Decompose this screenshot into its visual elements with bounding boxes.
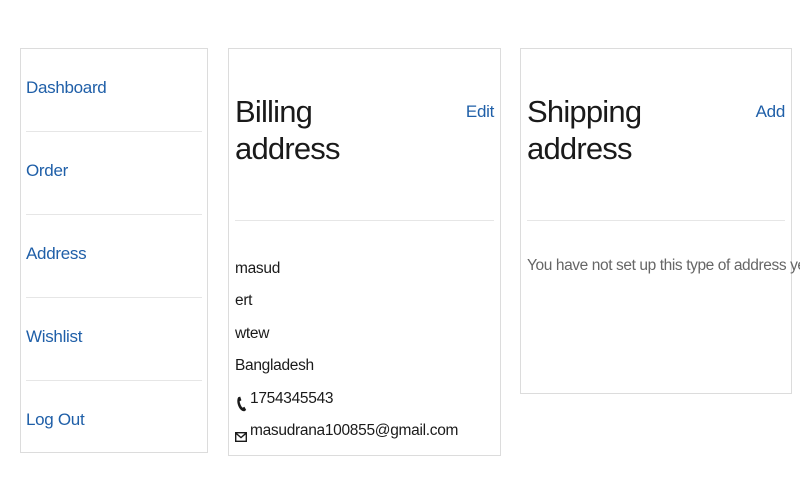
billing-address-title: Billing address <box>235 94 340 166</box>
shipping-empty-message: You have not set up this type of address… <box>527 257 800 274</box>
shipping-address-title: Shipping address <box>527 94 642 166</box>
billing-phone-number: 1754345543 <box>250 389 334 407</box>
billing-card-header: Billing address Edit <box>235 49 494 221</box>
account-sidebar: Dashboard Order Address Wishlist Log Out <box>20 48 208 453</box>
edit-billing-address-link[interactable]: Edit <box>466 102 494 122</box>
sidebar-item-wishlist[interactable]: Wishlist <box>26 298 202 381</box>
add-shipping-address-link[interactable]: Add <box>756 102 786 122</box>
address-line-street: ert <box>235 292 253 310</box>
shipping-address-card: Shipping address Add You have not set up… <box>520 48 800 394</box>
sidebar-item-log-out[interactable]: Log Out <box>26 381 202 463</box>
envelope-icon <box>234 424 248 443</box>
address-line-country: Bangladesh <box>235 357 314 375</box>
address-line-name: masud <box>235 260 281 277</box>
billing-email-address: masudrana100855@gmail.com <box>250 421 459 439</box>
address-line-phone: 1754345543 <box>235 383 494 415</box>
sidebar-item-address[interactable]: Address <box>26 215 202 298</box>
sidebar-item-dashboard[interactable]: Dashboard <box>26 49 202 132</box>
address-line-email: masudrana100855@gmail.com <box>234 415 494 447</box>
phone-icon <box>235 392 247 411</box>
my-account-page: Dashboard Order Address Wishlist Log Out… <box>0 0 800 500</box>
billing-address-card: Billing address Edit masud ert wtew Bang… <box>228 48 501 456</box>
address-line-city: wtew <box>235 324 270 342</box>
sidebar-item-order[interactable]: Order <box>26 132 202 215</box>
shipping-card-header: Shipping address Add <box>527 49 785 221</box>
billing-address-details: masud ert wtew Bangladesh 1754345543 mas… <box>234 253 494 447</box>
